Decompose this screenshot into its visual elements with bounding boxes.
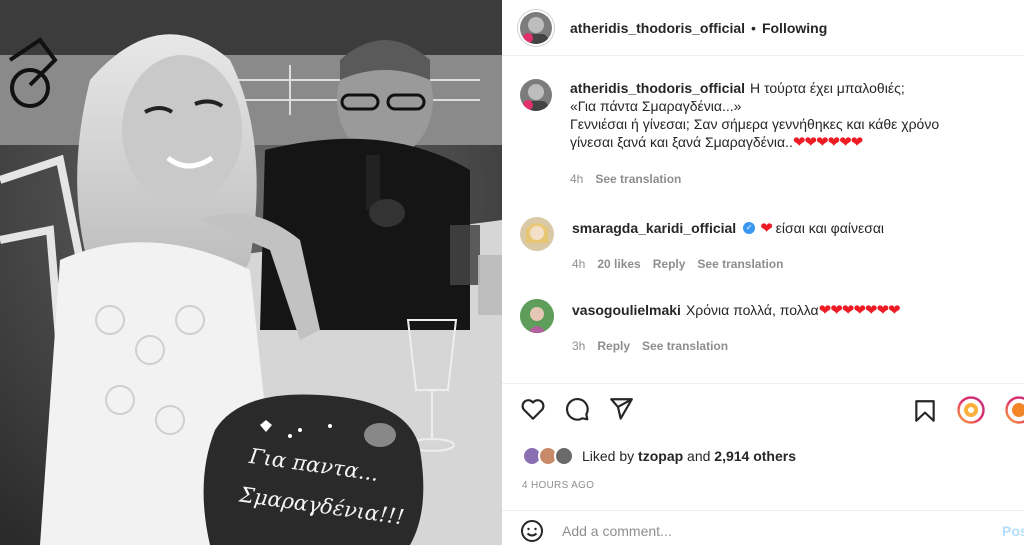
post-timestamp[interactable]: 4 HOURS AGO: [522, 480, 594, 491]
caption-line-1: Η τούρτα έχει μπαλοθιές;: [750, 80, 905, 96]
photo-illustration: Για παντα... Σμαραγδένια!!!: [0, 0, 502, 545]
caption-see-translation[interactable]: See translation: [595, 170, 681, 188]
caption-time[interactable]: 4h: [570, 170, 583, 188]
share-icon[interactable]: [608, 396, 634, 422]
comment-time[interactable]: 3h: [572, 337, 585, 355]
likes-others[interactable]: 2,914 others: [714, 448, 796, 464]
caption-meta: 4h See translation: [570, 170, 1000, 188]
caption-hearts: ❤❤❤❤❤❤: [792, 134, 863, 151]
comment-icon[interactable]: [564, 396, 590, 422]
caption-username[interactable]: atheridis_thodoris_official: [570, 80, 745, 96]
post-comment-button[interactable]: Post: [1002, 523, 1024, 539]
comment-username[interactable]: vasogoulielmaki: [572, 302, 681, 318]
header-username[interactable]: atheridis_thodoris_official: [570, 20, 745, 36]
caption-avatar[interactable]: [520, 79, 552, 111]
action-bar: [520, 396, 634, 422]
caption-line-2: «Για πάντα Σμαραγδένια...»: [570, 98, 742, 114]
likes-user[interactable]: tzopap: [638, 448, 683, 464]
author-avatar[interactable]: [520, 11, 552, 44]
comment-time[interactable]: 4h: [572, 255, 585, 273]
comment-meta: 4h 20 likes Reply See translation: [572, 255, 1002, 273]
comment-body: smaragda_karidi_official ✓ ❤ είσαι και φαί…: [572, 217, 1002, 273]
post-header: atheridis_thodoris_official • Following: [502, 0, 1024, 56]
comment-reply[interactable]: Reply: [653, 255, 686, 273]
comment-body: vasogoulielmaki Χρόνια πολλά, πολλα❤❤❤❤❤❤…: [572, 299, 1002, 355]
caption-line-3: Γεννιέσαι ή γίνεσαι; Σαν σήμερα γεννήθηκ…: [570, 116, 940, 132]
comment-reply[interactable]: Reply: [597, 337, 630, 355]
comment-heart: ❤: [760, 220, 773, 237]
bookmark-icon[interactable]: [912, 398, 938, 424]
commenter-avatar[interactable]: [520, 299, 554, 333]
comment-text: είσαι και φαίνεσαι: [775, 220, 885, 236]
verified-badge-icon: ✓: [743, 222, 756, 235]
comment-input[interactable]: Add a comment...: [562, 523, 672, 539]
post-actions-section: Liked by tzopap and 2,914 others 4 HOURS…: [502, 383, 1024, 545]
comment-see-translation[interactable]: See translation: [642, 337, 728, 355]
comment-likes[interactable]: 20 likes: [597, 255, 640, 273]
header-separator: •: [751, 19, 756, 36]
caption-line-4: γίνεσαι ξανά και ξανά Σμαραγδένια..: [570, 134, 793, 150]
commenter-avatar[interactable]: [520, 217, 554, 251]
likes-summary: Liked by tzopap and 2,914 others: [522, 446, 796, 466]
likes-prefix: Liked by: [582, 448, 635, 464]
emoji-icon[interactable]: [520, 519, 544, 543]
heart-outline-icon[interactable]: [520, 396, 546, 422]
comment-meta: 3h Reply See translation: [572, 337, 1002, 355]
following-button[interactable]: Following: [762, 20, 827, 36]
comment-see-translation[interactable]: See translation: [697, 255, 783, 273]
liker-avatar[interactable]: [554, 446, 574, 466]
story-badge-icon[interactable]: [1005, 396, 1024, 424]
comments-list: atheridis_thodoris_official Η τούρτα έχει…: [502, 57, 1024, 383]
post-photo[interactable]: Για παντα... Σμαραγδένια!!!: [0, 0, 502, 545]
likes-and: and: [687, 448, 711, 464]
liker-avatars: [522, 446, 574, 466]
comment-username[interactable]: smaragda_karidi_official: [572, 220, 736, 236]
reels-badge-icon[interactable]: [957, 396, 985, 424]
comment-item: smaragda_karidi_official ✓ ❤ είσαι και φαί…: [520, 217, 1002, 273]
comment-hearts: ❤❤❤❤❤❤❤: [818, 302, 901, 319]
caption-comment: atheridis_thodoris_official Η τούρτα έχει…: [520, 79, 1000, 188]
comment-item: vasogoulielmaki Χρόνια πολλά, πολλα❤❤❤❤❤❤…: [520, 299, 1002, 355]
caption-body: atheridis_thodoris_official Η τούρτα έχει…: [570, 79, 1000, 188]
post-side-panel: atheridis_thodoris_official • Following …: [502, 0, 1024, 545]
comment-text: Χρόνια πολλά, πολλα: [685, 302, 819, 318]
add-comment-bar: Add a comment... Post: [502, 510, 1024, 545]
